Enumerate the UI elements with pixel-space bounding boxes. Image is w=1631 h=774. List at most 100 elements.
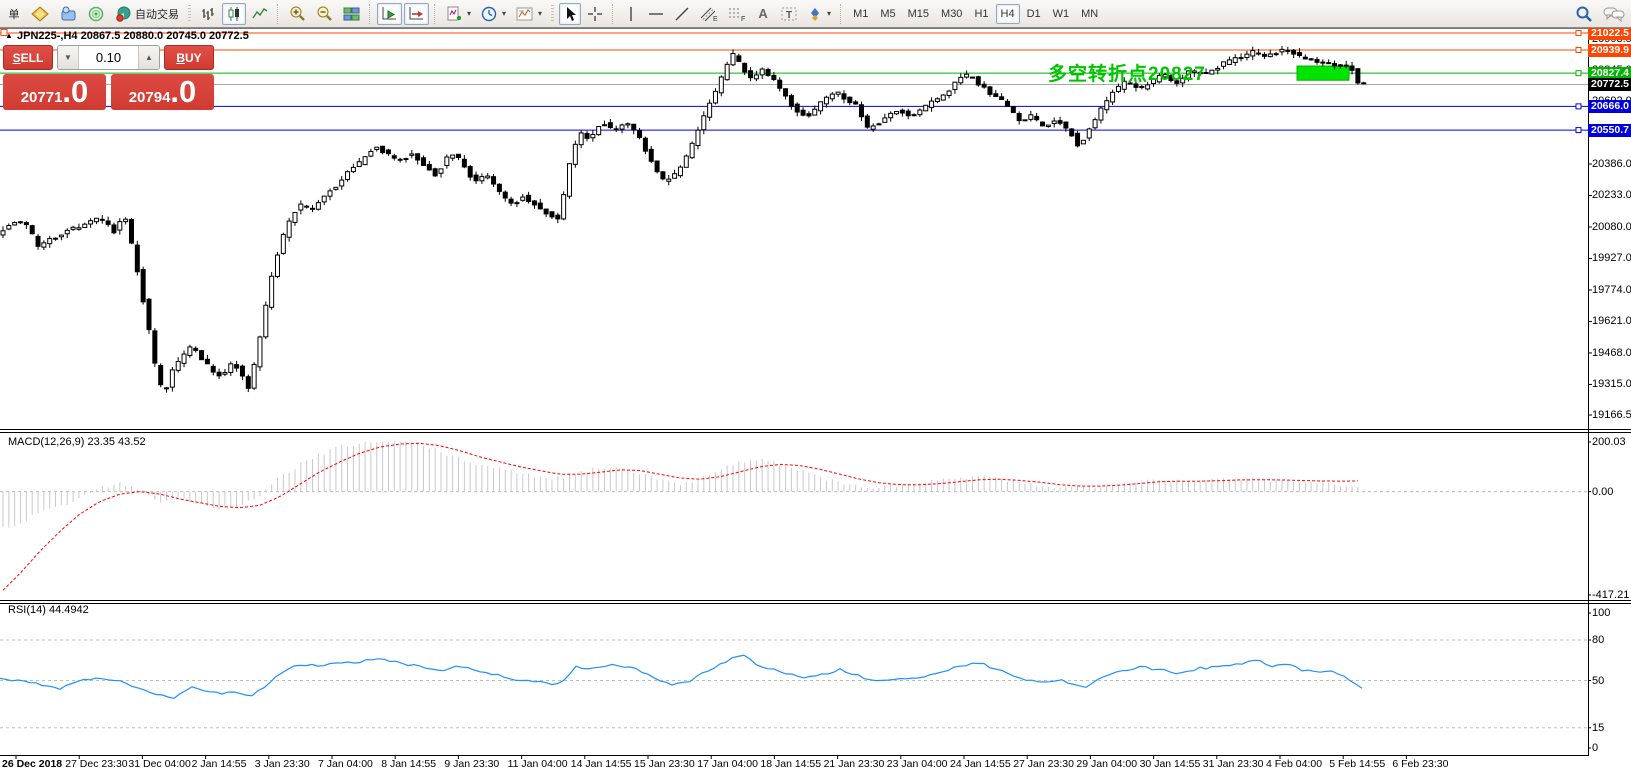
label-tool-icon[interactable]: T <box>776 3 802 25</box>
date-axis-label: 9 Jan 23:30 <box>444 758 499 770</box>
buy-price-pips: .0 <box>170 74 196 110</box>
tile-windows-icon[interactable] <box>339 3 364 25</box>
date-axis-label: 8 Jan 14:55 <box>381 758 436 770</box>
date-axis-label: 26 Dec 2018 <box>2 758 62 770</box>
macd-scale-label: 0.00 <box>1592 486 1613 498</box>
autotrade-label: 自动交易 <box>135 6 179 22</box>
timeframe-group: M1M5M15M30H1H4D1W1MN <box>847 4 1104 24</box>
data-window-icon[interactable] <box>55 3 81 25</box>
timeframe-button-m30[interactable]: M30 <box>936 4 967 24</box>
rsi-scale-label: 0 <box>1592 742 1598 754</box>
rsi-scale-label: 15 <box>1592 722 1604 734</box>
clock-icon <box>481 6 497 22</box>
line-chart-icon[interactable] <box>248 3 272 25</box>
price-tick-label: 20080.0 <box>1592 221 1631 233</box>
buy-button[interactable]: BUY <box>164 45 214 70</box>
volume-decrease-button[interactable]: ▼ <box>58 46 79 69</box>
indicators-button[interactable]: ▾ <box>442 3 475 25</box>
price-tick-label: 20386.0 <box>1592 158 1631 170</box>
timeframe-button-m15[interactable]: M15 <box>903 4 934 24</box>
date-axis-label: 3 Jan 23:30 <box>255 758 310 770</box>
autotrade-icon <box>115 6 132 22</box>
hline-price-label: 20550.7 <box>1588 124 1631 137</box>
arrows-tool-button[interactable]: ▾ <box>804 3 835 25</box>
date-axis-label: 17 Jan 04:00 <box>697 758 758 770</box>
chart-shift-icon[interactable] <box>404 3 429 25</box>
date-axis-label: 11 Jan 04:00 <box>508 758 568 770</box>
autotrade-button[interactable]: 自动交易 <box>111 3 183 25</box>
fibonacci-tool-icon[interactable]: F <box>724 3 750 25</box>
zoom-out-icon[interactable] <box>312 3 337 25</box>
volume-input[interactable] <box>79 46 138 69</box>
one-click-trade-panel: SELL ▼ ▲ BUY 20771 .0 20794 .0 <box>3 45 214 110</box>
rsi-scale-label: 50 <box>1592 675 1604 687</box>
chart-canvas[interactable] <box>0 0 1631 774</box>
auto-scroll-icon[interactable] <box>377 3 402 25</box>
macd-indicator-label: MACD(12,26,9) 23.35 43.52 <box>8 436 146 448</box>
date-axis-label: 5 Feb 14:55 <box>1329 758 1385 770</box>
bar-chart-icon[interactable] <box>196 3 220 25</box>
hline-price-label: 21022.5 <box>1588 27 1631 40</box>
date-axis-label: 21 Jan 23:30 <box>824 758 885 770</box>
text-tool-icon[interactable]: A <box>752 3 774 25</box>
macd-scale-label: 200.03 <box>1592 436 1626 448</box>
sell-price-main: 20771 <box>21 80 63 116</box>
price-tick-label: 19166.5 <box>1592 409 1631 421</box>
hline-price-label: 20666.0 <box>1588 100 1631 113</box>
chart-title: JPN225-,H4 20867.5 20880.0 20745.0 20772… <box>17 30 249 42</box>
date-axis-label: 7 Jan 04:00 <box>318 758 373 770</box>
timeframe-button-h4[interactable]: H4 <box>996 4 1020 24</box>
toolbar: 单 自动交易 ▾ ▾ <box>0 0 1631 28</box>
date-axis-label: 24 Jan 14:55 <box>950 758 1011 770</box>
price-tick-label: 20233.0 <box>1592 189 1631 201</box>
timeframe-button-m1[interactable]: M1 <box>848 4 873 24</box>
chat-icon[interactable] <box>1603 5 1625 23</box>
zoom-in-icon[interactable] <box>285 3 310 25</box>
date-axis-label: 6 Feb 23:30 <box>1392 758 1448 770</box>
svg-text:F: F <box>741 16 745 22</box>
macd-scale-label: -417.21 <box>1592 589 1629 601</box>
timeframe-button-mn[interactable]: MN <box>1076 4 1103 24</box>
panel-collapse-icon[interactable]: ▲ <box>5 31 13 40</box>
horizontal-line-tool-icon[interactable] <box>644 3 668 25</box>
new-order-button[interactable]: 单 <box>3 3 25 25</box>
channel-tool-icon[interactable]: E <box>696 3 722 25</box>
date-axis-label: 23 Jan 04:00 <box>887 758 948 770</box>
sell-price-box[interactable]: 20771 .0 <box>3 74 106 110</box>
market-watch-icon[interactable] <box>27 3 53 25</box>
price-tick-label: 19621.0 <box>1592 315 1631 327</box>
price-tick-label: 19468.0 <box>1592 347 1631 359</box>
volume-increase-button[interactable]: ▲ <box>138 46 159 69</box>
date-axis-label: 31 Jan 23:30 <box>1203 758 1264 770</box>
buy-button-label: BUY <box>176 51 201 65</box>
sell-button[interactable]: SELL <box>3 45 53 70</box>
periods-caret-icon: ▾ <box>502 9 506 18</box>
buy-price-main: 20794 <box>129 80 171 116</box>
indicators-caret-icon: ▾ <box>467 9 471 18</box>
crosshair-tool-icon[interactable] <box>583 3 607 25</box>
rsi-scale-label: 100 <box>1592 607 1610 619</box>
date-axis-label: 2 Jan 14:55 <box>192 758 247 770</box>
date-axis-label: 31 Dec 04:00 <box>128 758 190 770</box>
search-icon[interactable] <box>1575 5 1593 23</box>
vertical-line-tool-icon[interactable] <box>620 3 642 25</box>
periods-button[interactable]: ▾ <box>477 3 510 25</box>
price-tick-label: 19927.0 <box>1592 252 1631 264</box>
candlestick-chart-icon[interactable] <box>222 3 246 25</box>
rsi-scale-label: 80 <box>1592 634 1604 646</box>
signals-icon[interactable] <box>83 3 109 25</box>
date-axis-label: 4 Feb 04:00 <box>1266 758 1322 770</box>
date-axis-label: 27 Jan 23:30 <box>1013 758 1074 770</box>
sell-price-pips: .0 <box>62 74 88 110</box>
trendline-tool-icon[interactable] <box>670 3 694 25</box>
templates-button[interactable]: ▾ <box>512 3 546 25</box>
svg-text:E: E <box>713 16 718 22</box>
timeframe-button-w1[interactable]: W1 <box>1048 4 1075 24</box>
cursor-tool-icon[interactable] <box>559 3 581 25</box>
template-icon <box>516 6 533 22</box>
timeframe-button-d1[interactable]: D1 <box>1022 4 1046 24</box>
buy-price-box[interactable]: 20794 .0 <box>111 74 214 110</box>
svg-text:T: T <box>786 10 792 21</box>
timeframe-button-h1[interactable]: H1 <box>969 4 993 24</box>
timeframe-button-m5[interactable]: M5 <box>875 4 900 24</box>
